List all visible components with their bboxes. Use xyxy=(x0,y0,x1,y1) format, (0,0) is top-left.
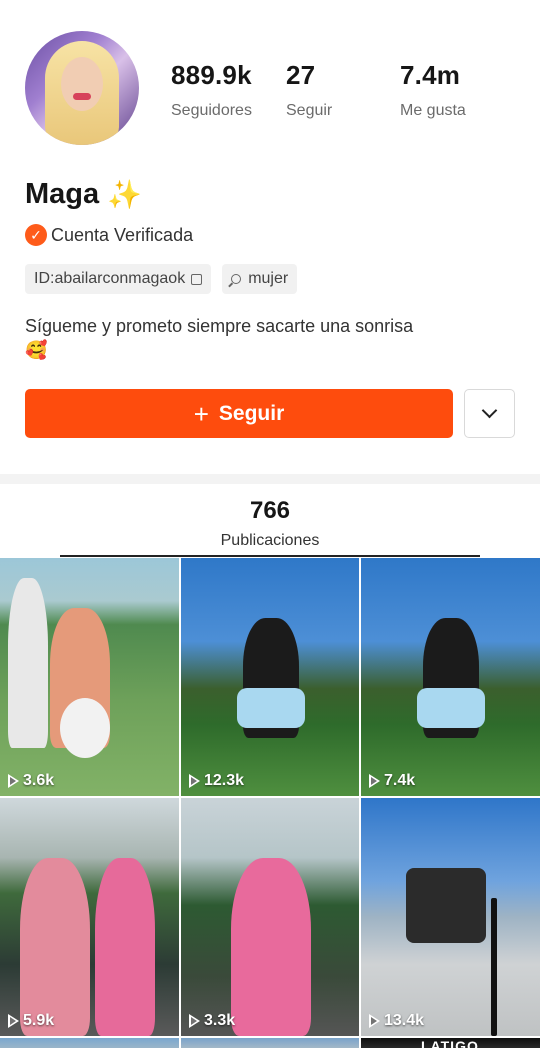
video-thumbnail[interactable] xyxy=(0,1038,179,1048)
person-figure xyxy=(8,578,48,748)
video-thumbnail[interactable] xyxy=(181,1038,359,1048)
dancers-figure xyxy=(406,868,486,943)
video-thumbnail[interactable]: 13.4k xyxy=(361,798,540,1036)
view-count: 5.9k xyxy=(8,1012,54,1030)
play-icon xyxy=(8,1014,19,1028)
person-figure xyxy=(231,858,311,1036)
section-divider xyxy=(0,474,540,484)
skirt-figure xyxy=(417,688,485,728)
view-count-text: 3.6k xyxy=(23,772,55,789)
following-count: 27 xyxy=(286,60,316,90)
view-count-text: 3.3k xyxy=(204,1012,236,1029)
follow-button[interactable]: + Seguir xyxy=(25,389,453,438)
more-options-button[interactable] xyxy=(464,389,515,438)
view-count-text: 12.3k xyxy=(204,772,245,789)
view-count: 7.4k xyxy=(369,772,415,790)
gender-tag-text: mujer xyxy=(248,270,289,287)
bio-text: Sígueme y prometo siempre sacarte una so… xyxy=(25,316,414,336)
search-icon xyxy=(231,274,242,284)
profile-name-text: Maga xyxy=(25,178,100,210)
plus-icon: + xyxy=(193,398,209,429)
video-thumbnail[interactable]: 5.9k xyxy=(0,798,179,1036)
posts-count: 766 xyxy=(249,497,291,524)
view-count: 3.3k xyxy=(189,1012,235,1030)
video-thumbnail[interactable]: LATIGO xyxy=(361,1038,540,1048)
video-thumbnail[interactable]: 7.4k xyxy=(361,558,540,796)
stat-followers[interactable]: 889.9k Seguidores xyxy=(171,60,252,120)
check-badge-icon: ✓ xyxy=(25,224,47,246)
id-tag-text: ID:abailarconmagaok xyxy=(34,270,186,287)
thumbnail-banner-text: LATIGO xyxy=(421,1038,479,1048)
view-count: 3.6k xyxy=(8,772,54,790)
verified-label: Cuenta Verificada xyxy=(51,224,194,245)
id-tag[interactable]: ID:abailarconmagaok xyxy=(25,264,212,294)
tab-indicator xyxy=(60,555,480,557)
video-grid: 3.6k 12.3k 7.4k 5.9k 3.3k 13.4k LATIGO xyxy=(0,558,540,1048)
avatar-face xyxy=(61,57,103,111)
profile-avatar[interactable] xyxy=(25,31,139,145)
view-count-text: 7.4k xyxy=(384,772,416,789)
play-icon xyxy=(369,1014,380,1028)
person-figure xyxy=(95,858,155,1036)
likes-count: 7.4m xyxy=(400,60,461,90)
view-count-text: 13.4k xyxy=(384,1012,425,1029)
tab-publicaciones[interactable]: 766 Publicaciones xyxy=(60,497,480,550)
stat-likes[interactable]: 7.4m Me gusta xyxy=(400,60,466,120)
profile-name: Maga ✨ xyxy=(25,178,142,211)
tripod-figure xyxy=(491,898,497,1036)
video-thumbnail[interactable]: 3.6k xyxy=(0,558,179,796)
verified-badge: ✓ Cuenta Verificada xyxy=(25,224,193,246)
video-thumbnail[interactable]: 12.3k xyxy=(181,558,359,796)
profile-bio: Sígueme y prometo siempre sacarte una so… xyxy=(25,314,505,362)
view-count-text: 5.9k xyxy=(23,1012,55,1029)
view-count: 12.3k xyxy=(189,772,244,790)
play-icon xyxy=(189,1014,200,1028)
followers-label: Seguidores xyxy=(171,102,252,119)
helmet-figure xyxy=(60,698,110,758)
avatar-lips xyxy=(73,93,91,100)
following-label: Seguir xyxy=(286,102,333,119)
profile-tags: ID:abailarconmagaok mujer xyxy=(25,264,298,294)
follow-button-label: Seguir xyxy=(218,401,285,425)
followers-count: 889.9k xyxy=(171,60,252,90)
sparkles-emoji: ✨ xyxy=(107,178,143,210)
gender-tag[interactable]: mujer xyxy=(222,264,298,294)
view-count: 13.4k xyxy=(369,1012,424,1030)
chevron-down-icon xyxy=(481,402,498,419)
skirt-figure xyxy=(237,688,305,728)
stat-following[interactable]: 27 Seguir xyxy=(286,60,332,120)
play-icon xyxy=(189,774,200,788)
bio-emoji: 🥰 xyxy=(25,340,48,360)
play-icon xyxy=(8,774,19,788)
person-figure xyxy=(20,858,90,1036)
likes-label: Me gusta xyxy=(400,102,466,119)
video-thumbnail[interactable]: 3.3k xyxy=(181,798,359,1036)
play-icon xyxy=(369,774,380,788)
copy-icon[interactable] xyxy=(191,273,203,285)
posts-label: Publicaciones xyxy=(220,532,320,549)
